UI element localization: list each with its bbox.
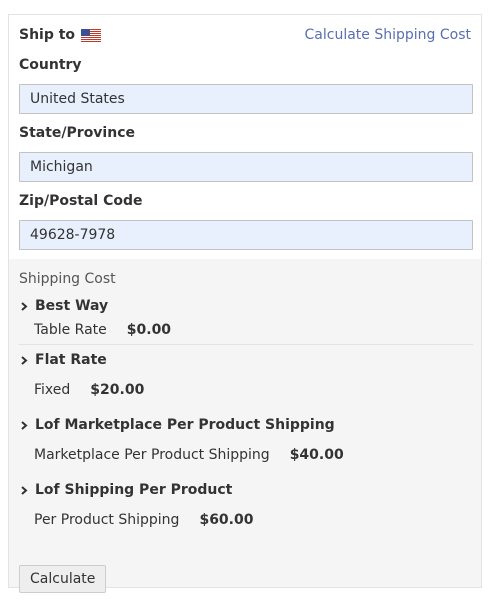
rate-row-marketplace-per-product: Marketplace Per Product Shipping $40.00 <box>34 446 344 464</box>
shipping-estimator-panel: Ship to Calculate Shipping Cost Country … <box>8 14 482 593</box>
rate-label: Marketplace Per Product Shipping <box>34 447 270 463</box>
calculate-shipping-cost-link[interactable]: Calculate Shipping Cost <box>305 26 471 44</box>
chevron-right-icon <box>21 421 28 430</box>
calculate-button[interactable]: Calculate <box>19 565 107 593</box>
method-name: Lof Marketplace Per Product Shipping <box>35 417 335 433</box>
rate-label: Fixed <box>34 382 71 398</box>
rate-row-shipping-per-product: Per Product Shipping $60.00 <box>34 511 253 529</box>
rate-row-flat-rate: Fixed $20.00 <box>34 381 144 399</box>
method-title-shipping-per-product[interactable]: Lof Shipping Per Product <box>19 481 232 499</box>
address-section: Ship to Calculate Shipping Cost Country … <box>9 15 481 259</box>
ship-to-label: Ship to <box>19 27 76 43</box>
country-field[interactable] <box>19 84 473 114</box>
us-flag-icon <box>81 29 101 42</box>
method-title-flat-rate[interactable]: Flat Rate <box>19 351 107 369</box>
chevron-right-icon <box>21 486 28 495</box>
shipping-cost-section: Shipping Cost Best Way Table Rate $0.00 … <box>9 259 481 593</box>
state-label: State/Province <box>19 125 135 141</box>
chevron-right-icon <box>21 356 28 365</box>
rate-price: $40.00 <box>289 447 344 463</box>
rate-price: $0.00 <box>126 322 172 338</box>
rate-label: Table Rate <box>34 322 107 338</box>
method-name: Lof Shipping Per Product <box>35 482 233 498</box>
chevron-right-icon <box>21 302 28 311</box>
rate-price: $20.00 <box>90 382 145 398</box>
method-title-marketplace-per-product[interactable]: Lof Marketplace Per Product Shipping <box>19 416 335 434</box>
shipping-cost-title: Shipping Cost <box>19 271 116 287</box>
zip-label: Zip/Postal Code <box>19 193 143 209</box>
method-name: Best Way <box>35 298 109 314</box>
state-field[interactable] <box>19 152 473 182</box>
method-title-best-way[interactable]: Best Way <box>19 297 108 315</box>
rate-price: $60.00 <box>199 512 254 528</box>
divider <box>19 344 473 345</box>
rate-row-best-way: Table Rate $0.00 <box>34 321 171 339</box>
rate-label: Per Product Shipping <box>34 512 180 528</box>
country-label: Country <box>19 57 82 73</box>
method-name: Flat Rate <box>35 352 107 368</box>
zip-field[interactable] <box>19 220 473 250</box>
